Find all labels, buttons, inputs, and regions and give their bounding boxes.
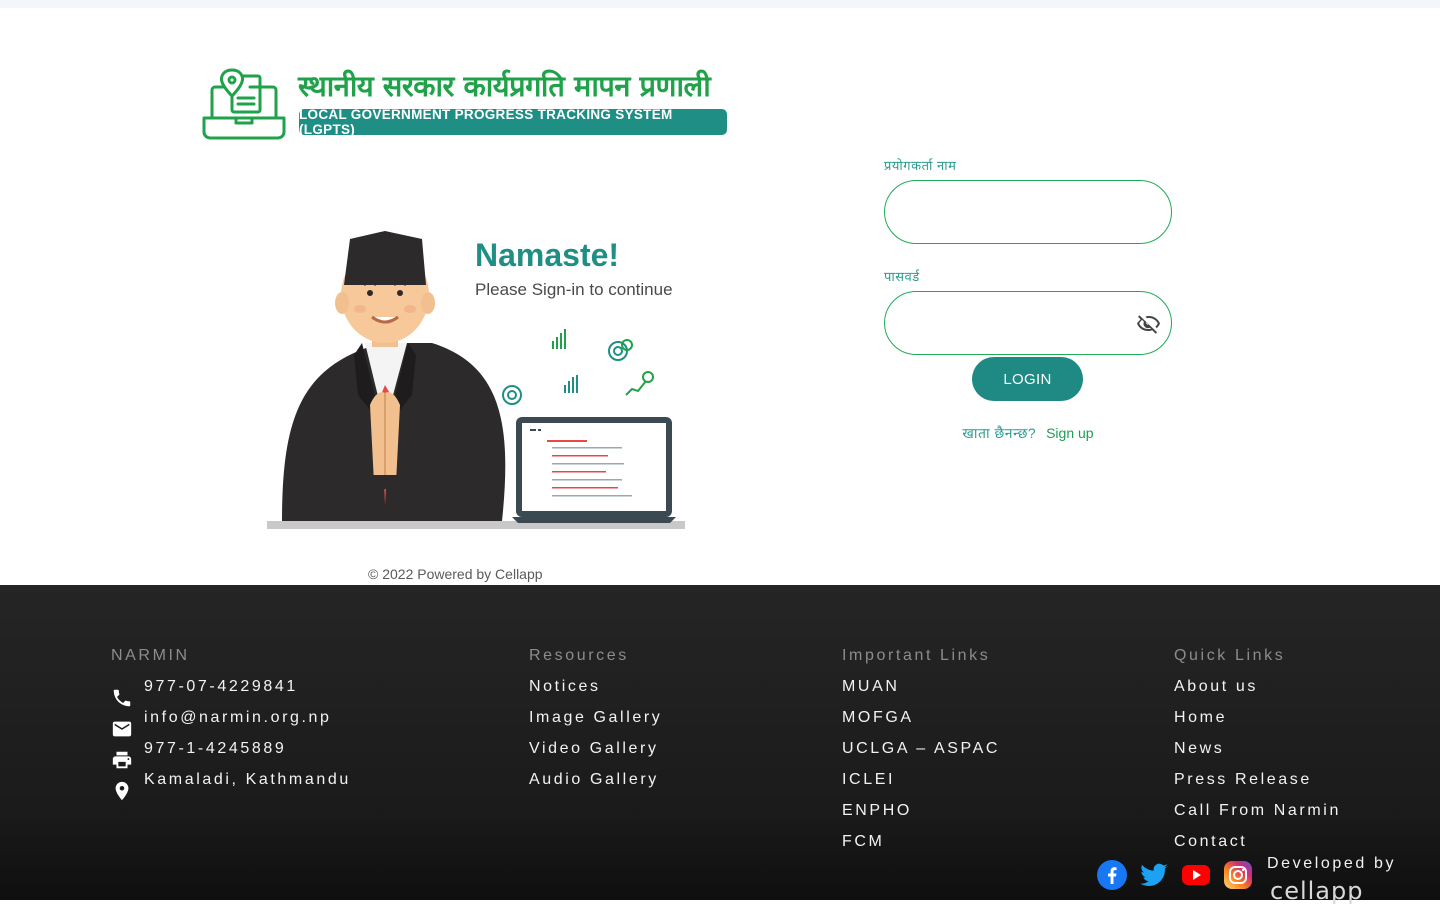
footer-col-resources: Resources Notices Image Gallery Video Ga…	[529, 647, 662, 802]
username-input[interactable]	[907, 181, 1137, 241]
login-form: प्रयोगकर्ता नाम पासवर्ड LOGIN खाता छैनन्…	[884, 156, 1174, 441]
phone-text: 977-07-4229841	[144, 678, 298, 695]
phone-icon	[113, 689, 131, 706]
footer-important-links-title: Important Links	[842, 647, 991, 664]
password-label: पासवर्ड	[884, 269, 920, 284]
footer-link-muan[interactable]: MUAN	[842, 678, 1000, 709]
footer-link-audio-gallery[interactable]: Audio Gallery	[529, 771, 662, 802]
signin-subtitle: Please Sign-in to continue	[475, 280, 673, 299]
email-text: info@narmin.org.np	[144, 709, 332, 726]
twitter-icon[interactable]	[1139, 860, 1169, 890]
footer-col-narmin: NARMIN 977-07-4229841 info@narmin.org.np…	[111, 647, 351, 802]
logo-nepali-title: स्थानीय सरकार कार्यप्रगति मापन प्रणाली	[298, 69, 711, 103]
footer-link-call-from-narmin[interactable]: Call From Narmin	[1174, 802, 1341, 833]
location-pin-icon	[115, 781, 129, 800]
cellapp-logo[interactable]: cellapp	[1270, 877, 1363, 905]
footer-address: Kamaladi, Kathmandu	[111, 771, 351, 802]
footer-link-about-us[interactable]: About us	[1174, 678, 1341, 709]
facebook-icon[interactable]	[1097, 860, 1127, 890]
footer-link-news[interactable]: News	[1174, 740, 1341, 771]
login-button[interactable]: LOGIN	[972, 357, 1083, 401]
printer-icon	[112, 751, 132, 768]
footer-link-press-release[interactable]: Press Release	[1174, 771, 1341, 802]
copyright-text: © 2022 Powered by Cellapp	[368, 566, 543, 582]
instagram-icon[interactable]	[1223, 860, 1253, 890]
footer-link-mofga[interactable]: MOFGA	[842, 709, 1000, 740]
logo-english-title: LOCAL GOVERNMENT PROGRESS TRACKING SYSTE…	[299, 107, 727, 137]
footer-col-quick-links: Quick Links About us Home News Press Rel…	[1174, 647, 1341, 864]
footer-link-image-gallery[interactable]: Image Gallery	[529, 709, 662, 740]
signup-question: खाता छैनन्छ?	[962, 425, 1037, 441]
footer-fax: 977-1-4245889	[111, 740, 351, 771]
footer-link-iclei[interactable]: ICLEI	[842, 771, 1000, 802]
footer-link-uclga[interactable]: UCLGA – ASPAC	[842, 740, 1000, 771]
youtube-icon[interactable]	[1181, 860, 1211, 890]
signup-link[interactable]: Sign up	[1046, 425, 1093, 441]
password-field[interactable]	[884, 291, 1172, 355]
footer-link-video-gallery[interactable]: Video Gallery	[529, 740, 662, 771]
footer-email: info@narmin.org.np	[111, 709, 351, 740]
top-strip	[0, 0, 1440, 8]
social-icons	[1097, 860, 1253, 890]
eye-off-icon[interactable]	[1137, 312, 1161, 336]
footer-link-notices[interactable]: Notices	[529, 678, 662, 709]
site-footer: NARMIN 977-07-4229841 info@narmin.org.np…	[0, 585, 1440, 905]
password-input[interactable]	[907, 292, 1137, 352]
login-page: स्थानीय सरकार कार्यप्रगति मापन प्रणाली L…	[0, 0, 1440, 905]
mail-icon	[112, 721, 132, 736]
footer-narmin-title: NARMIN	[111, 647, 190, 664]
fax-text: 977-1-4245889	[144, 740, 287, 757]
address-text: Kamaladi, Kathmandu	[144, 771, 351, 788]
footer-link-home[interactable]: Home	[1174, 709, 1341, 740]
footer-resources-title: Resources	[529, 647, 629, 664]
signup-row: खाता छैनन्छ? Sign up	[884, 424, 1172, 443]
laptop-document-icon	[202, 68, 286, 140]
site-logo[interactable]: स्थानीय सरकार कार्यप्रगति मापन प्रणाली L…	[202, 66, 732, 146]
greeting-heading: Namaste!	[475, 237, 620, 273]
developed-by-text: Developed by	[1267, 855, 1397, 872]
footer-col-important-links: Important Links MUAN MOFGA UCLGA – ASPAC…	[842, 647, 1000, 864]
namaste-illustration: Namaste! Please Sign-in to continue	[262, 225, 692, 537]
footer-quick-links-title: Quick Links	[1174, 647, 1286, 664]
username-label: प्रयोगकर्ता नाम	[884, 158, 957, 173]
username-field[interactable]	[884, 180, 1172, 244]
footer-phone: 977-07-4229841	[111, 678, 351, 709]
footer-link-enpho[interactable]: ENPHO	[842, 802, 1000, 833]
footer-link-fcm[interactable]: FCM	[842, 833, 1000, 864]
